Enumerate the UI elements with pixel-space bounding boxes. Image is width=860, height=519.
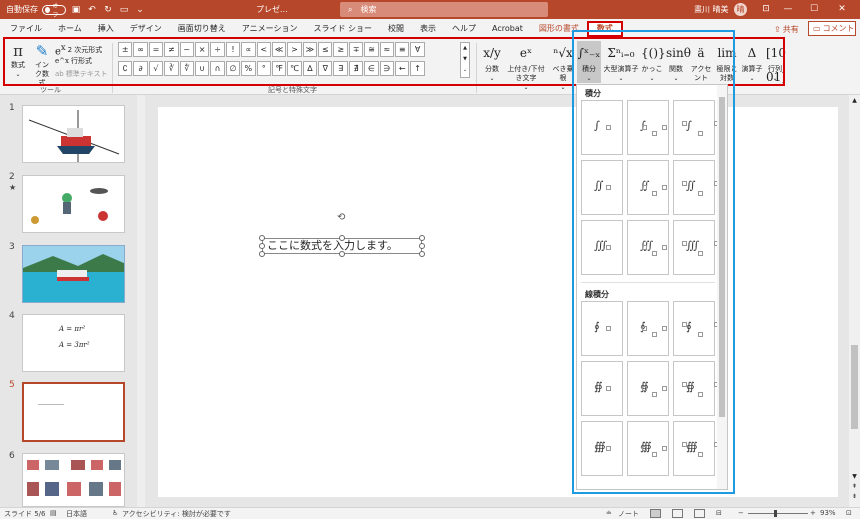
thumb-number: 5 bbox=[9, 380, 15, 390]
zoom-slider-handle[interactable] bbox=[774, 510, 777, 517]
autosave-label: 自動保存 bbox=[6, 5, 38, 14]
reading-view-icon[interactable] bbox=[694, 509, 705, 518]
resize-handle[interactable] bbox=[419, 243, 425, 249]
resize-handle[interactable] bbox=[259, 243, 265, 249]
comment-label: コメント bbox=[822, 24, 855, 33]
tools-group-label: ツール bbox=[40, 86, 61, 94]
status-bar: スライド 5/6 ▤ 日本語 ♿ アクセシビリティ: 検討が必要です ≐ ノート… bbox=[0, 507, 860, 519]
editor-scrollbar[interactable]: ▲ ▼ ⇞ ⇟ bbox=[849, 95, 860, 507]
tab-10[interactable]: Acrobat bbox=[484, 21, 531, 37]
share-label: 共有 bbox=[782, 24, 799, 34]
resize-handle[interactable] bbox=[339, 251, 345, 257]
notes-icon[interactable]: ≐ bbox=[606, 509, 612, 517]
symbols-group-label: 記号と特殊文字 bbox=[268, 86, 317, 94]
resize-handle[interactable] bbox=[339, 235, 345, 241]
resize-handle[interactable] bbox=[419, 251, 425, 257]
search-icon: ⌕ bbox=[348, 4, 353, 14]
slide-thumbnail-2[interactable] bbox=[22, 175, 125, 233]
next-slide-icon[interactable]: ⇟ bbox=[849, 493, 860, 500]
animation-star-icon: ★ bbox=[9, 183, 17, 192]
minimize-icon[interactable]: — bbox=[778, 2, 798, 16]
language-status[interactable]: 日本語 bbox=[66, 509, 87, 519]
avatar[interactable]: 晴 bbox=[734, 3, 747, 16]
user-name[interactable]: 晝川 晴美 bbox=[694, 4, 729, 15]
thumb-number: 2 bbox=[9, 172, 15, 182]
boat-grid-image bbox=[27, 460, 121, 496]
comment-icon: ▭ bbox=[813, 24, 821, 33]
slide-thumbnail-6[interactable] bbox=[22, 453, 125, 507]
slideshow-icon[interactable]: ⊟ bbox=[716, 509, 722, 517]
slide-thumbnail-4[interactable]: A = πr² A = 3πr² bbox=[22, 314, 125, 372]
autosave-state: オフ bbox=[52, 2, 59, 19]
tab-7[interactable]: 校閲 bbox=[380, 21, 412, 37]
redo-icon[interactable]: ↻ bbox=[102, 5, 114, 15]
zoom-out-icon[interactable]: − bbox=[738, 509, 744, 517]
search-box[interactable]: ⌕ 検索 bbox=[340, 2, 548, 17]
rotate-handle-icon[interactable]: ⟲ bbox=[337, 212, 345, 223]
share-icon: ⇪ bbox=[774, 24, 781, 34]
accessibility-icon[interactable]: ♿ bbox=[112, 509, 118, 517]
save-icon[interactable]: ▣ bbox=[70, 5, 82, 15]
boat-image bbox=[28, 110, 120, 162]
share-button[interactable]: ⇪ 共有 bbox=[770, 22, 804, 36]
zoom-level[interactable]: 93% bbox=[820, 509, 836, 517]
title-bar: 自動保存 オフ ▣ ↶ ↻ ▭ ⌄ プレゼ... ⌕ 検索 晝川 晴美 晴 ⊡ … bbox=[0, 0, 860, 19]
gallery-highlight-box bbox=[572, 30, 735, 494]
slide-counter: スライド 5/6 bbox=[4, 510, 46, 518]
normal-view-icon[interactable] bbox=[650, 509, 661, 518]
search-placeholder: 検索 bbox=[360, 5, 377, 14]
boat-photo bbox=[23, 246, 124, 302]
tab-5[interactable]: アニメーション bbox=[234, 21, 306, 37]
tab-2[interactable]: 挿入 bbox=[90, 21, 122, 37]
thumb-number: 3 bbox=[9, 242, 15, 252]
thumbnail-scrollbar[interactable] bbox=[137, 95, 145, 507]
ribbon-display-icon[interactable]: ⊡ bbox=[756, 2, 776, 16]
fit-slide-icon[interactable]: ⊡ bbox=[846, 509, 852, 517]
slide-thumbnails-pane: 1 2 ★ 3 4 A = πr² A = 3πr² 5 6 bbox=[0, 95, 146, 507]
tab-3[interactable]: デザイン bbox=[122, 21, 170, 37]
notes-button[interactable]: ノート bbox=[618, 509, 639, 519]
present-icon[interactable]: ▭ bbox=[118, 5, 130, 15]
tab-1[interactable]: ホーム bbox=[50, 21, 90, 37]
scroll-up-icon[interactable]: ▲ bbox=[849, 97, 860, 104]
figures-image bbox=[31, 188, 108, 224]
tab-6[interactable]: スライド ショー bbox=[305, 21, 380, 37]
spellcheck-icon[interactable]: ▤ bbox=[50, 509, 57, 517]
slide-sorter-icon[interactable] bbox=[672, 509, 683, 518]
autosave-toggle[interactable]: オフ bbox=[42, 3, 66, 19]
tab-9[interactable]: ヘルプ bbox=[444, 21, 484, 37]
customize-qat-icon[interactable]: ⌄ bbox=[134, 5, 146, 15]
scroll-down-icon[interactable]: ▼ bbox=[849, 473, 860, 480]
tab-0[interactable]: ファイル bbox=[2, 21, 50, 37]
close-icon[interactable]: ✕ bbox=[832, 2, 852, 16]
accessibility-status[interactable]: アクセシビリティ: 検討が必要です bbox=[122, 509, 231, 519]
maximize-icon[interactable]: ☐ bbox=[804, 2, 824, 16]
previous-slide-icon[interactable]: ⇞ bbox=[849, 483, 860, 490]
undo-icon[interactable]: ↶ bbox=[86, 5, 98, 15]
slide-thumbnail-1[interactable] bbox=[22, 105, 125, 163]
resize-handle[interactable] bbox=[419, 235, 425, 241]
zoom-slider[interactable] bbox=[748, 513, 808, 514]
tab-8[interactable]: 表示 bbox=[412, 21, 444, 37]
thumb-number: 1 bbox=[9, 103, 15, 113]
slide-editor: ⟲ ここに数式を入力します。 bbox=[146, 95, 849, 507]
thumb-number: 4 bbox=[9, 311, 15, 321]
comment-button[interactable]: ▭ コメント bbox=[808, 21, 856, 36]
thumb-number: 6 bbox=[9, 451, 15, 461]
resize-handle[interactable] bbox=[259, 235, 265, 241]
document-title: プレゼ... bbox=[256, 5, 288, 14]
thumb-equation-1: A = πr² bbox=[59, 325, 86, 333]
zoom-in-icon[interactable]: + bbox=[810, 509, 816, 517]
scroll-thumb[interactable] bbox=[851, 345, 858, 429]
resize-handle[interactable] bbox=[259, 251, 265, 257]
thumb-placeholder-line bbox=[38, 404, 64, 405]
slide-canvas[interactable]: ⟲ ここに数式を入力します。 bbox=[158, 107, 838, 497]
slide-thumbnail-3[interactable] bbox=[22, 245, 125, 303]
tab-4[interactable]: 画面切り替え bbox=[170, 21, 234, 37]
slide-thumbnail-5[interactable] bbox=[22, 382, 125, 442]
thumb-equation-2: A = 3πr² bbox=[59, 341, 90, 349]
